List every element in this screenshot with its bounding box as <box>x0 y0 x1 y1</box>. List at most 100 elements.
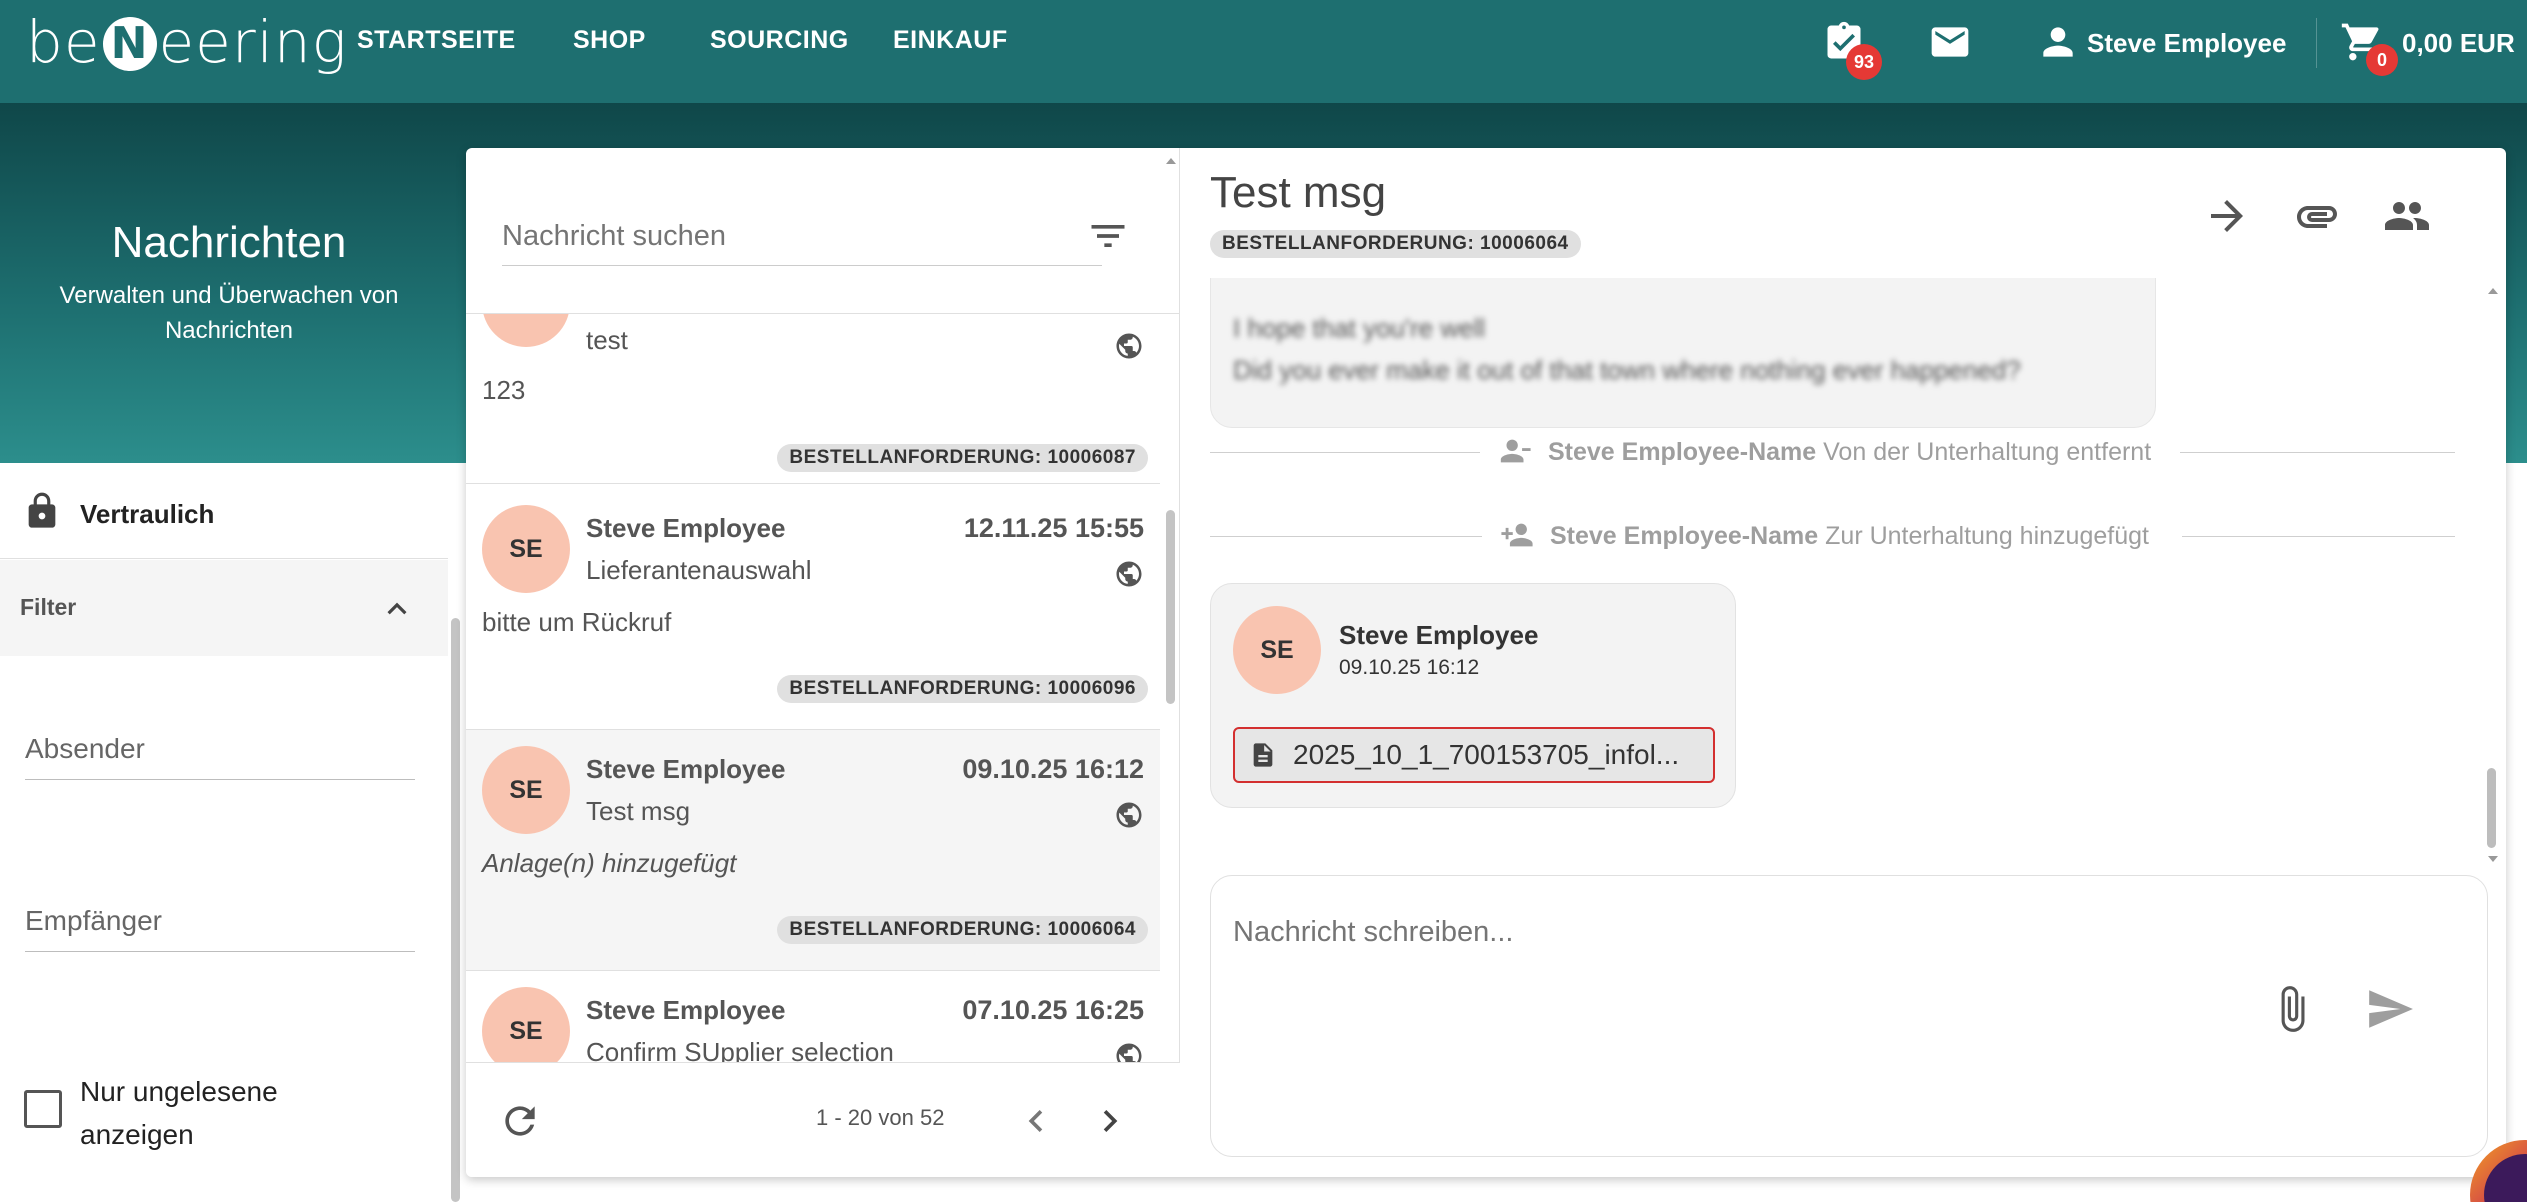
system-event-text: Steve Employee-Name Von der Unterhaltung… <box>1548 438 2151 467</box>
message-sender: Steve Employee <box>586 513 786 543</box>
message-subject: Lieferantenauswahl <box>586 555 812 585</box>
globe-icon <box>1116 561 1142 587</box>
message-sender: Steve Employee <box>586 995 786 1025</box>
conversation-panel: Test msg BESTELLANFORDERUNG: 10006064 I … <box>1181 148 2506 1177</box>
previous-page-button[interactable] <box>1014 1099 1058 1143</box>
message-reference-tag: BESTELLANFORDERUNG: 10006064 <box>777 916 1148 944</box>
list-scrollbar-thumb[interactable] <box>1166 510 1175 704</box>
filter-accordion-header[interactable]: Filter <box>0 560 448 656</box>
page-subtitle: Verwalten und Überwachen von Nachrichten <box>59 282 399 344</box>
event-participant-name: Steve Employee-Name <box>1548 438 1817 466</box>
message-time: 09.10.25 16:12 <box>1339 656 1480 679</box>
document-icon <box>1253 743 1273 767</box>
user-name[interactable]: Steve Employee <box>2087 28 2286 59</box>
nav-einkauf[interactable]: EINKAUF <box>893 26 1008 55</box>
attachment-file-chip[interactable]: 2025_10_1_700153705_infol... <box>1233 727 1715 783</box>
lock-icon <box>28 492 56 528</box>
blurred-message-line: I hope that you're well <box>1233 313 1486 343</box>
nav-divider <box>2316 18 2317 68</box>
refresh-icon <box>505 1106 535 1136</box>
messages-button[interactable] <box>1928 20 1972 64</box>
list-scroll-up-arrow[interactable] <box>1165 156 1177 166</box>
sender-avatar: SE <box>482 746 570 834</box>
sender-avatar: SE <box>482 314 570 347</box>
nav-startseite[interactable]: STARTSEITE <box>357 26 516 55</box>
message-date: 07.10.25 16:25 <box>962 995 1144 1025</box>
globe-icon <box>1116 333 1142 359</box>
forward-button[interactable] <box>2203 192 2251 240</box>
filter-list-icon <box>1091 225 1125 247</box>
refresh-button[interactable] <box>498 1099 542 1143</box>
participants-button[interactable] <box>2383 192 2431 240</box>
divider-line <box>1210 536 1482 537</box>
arrow-forward-icon <box>2211 200 2243 232</box>
message-sender: Steve Employee <box>586 754 786 784</box>
message-search-input[interactable] <box>502 208 1062 264</box>
thread-scrollbar-thumb[interactable] <box>2487 768 2496 848</box>
sidebar-scrollbar-thumb[interactable] <box>451 618 460 1202</box>
chat-widget-icon <box>2484 1154 2527 1202</box>
message-list-item[interactable]: SE Steve Employee 12.11.25 15:55 Liefera… <box>466 489 1160 730</box>
tasks-button[interactable]: 93 <box>1822 20 1882 80</box>
thread-scroll-up-arrow[interactable] <box>2487 286 2499 296</box>
message-list: SE test 123 BESTELLANFORDERUNG: 10006087… <box>466 314 1166 1062</box>
recipient-field[interactable]: Empfänger <box>25 905 415 952</box>
message-subject: Test msg <box>586 796 691 826</box>
message-preview: 123 <box>482 375 526 405</box>
user-menu-button[interactable] <box>2036 20 2080 64</box>
cart-amount[interactable]: 0,00 EUR <box>2402 28 2515 59</box>
send-button[interactable] <box>2365 984 2415 1034</box>
nav-sourcing[interactable]: SOURCING <box>710 26 849 55</box>
confidential-toggle[interactable]: Vertraulich <box>0 463 448 559</box>
conversation-reference-tag: BESTELLANFORDERUNG: 10006064 <box>1210 230 1581 258</box>
event-participant-name: Steve Employee-Name <box>1550 522 1819 550</box>
message-date: 12.11.25 15:55 <box>963 513 1144 543</box>
message-date: 09.10.25 16:12 <box>962 754 1144 784</box>
sender-avatar: SE <box>1233 606 1321 694</box>
unread-only-checkbox[interactable] <box>24 1090 62 1128</box>
message-list-item[interactable]: SE test 123 BESTELLANFORDERUNG: 10006087 <box>466 314 1160 484</box>
logo-text-post: eering <box>158 8 348 76</box>
compose-input[interactable] <box>1233 902 2433 962</box>
tasks-count-badge: 93 <box>1846 44 1882 80</box>
message-subject: test <box>586 325 628 355</box>
message-list-item-selected[interactable]: SE Steve Employee 09.10.25 16:12 Test ms… <box>466 730 1160 971</box>
attach-file-button[interactable] <box>2267 984 2317 1034</box>
message-list-item[interactable]: SE Steve Employee 07.10.25 16:25 Confirm… <box>466 971 1160 1062</box>
sender-field[interactable]: Absender <box>25 733 415 780</box>
pagination-range: 1 - 20 von 52 <box>816 1105 945 1130</box>
filter-label: Filter <box>20 594 77 620</box>
message-preview: bitte um Rückruf <box>482 607 672 637</box>
divider-line <box>1210 452 1480 453</box>
chevron-up-icon <box>387 602 407 615</box>
paperclip-icon <box>2281 986 2305 1032</box>
chevron-left-icon <box>1028 1110 1043 1132</box>
messages-card: SE test 123 BESTELLANFORDERUNG: 10006087… <box>466 148 2506 1177</box>
top-navigation: be Neering STARTSEITE SHOP SOURCING EINKA… <box>0 0 2527 103</box>
attachments-button[interactable] <box>2293 192 2341 240</box>
message-preview: Anlage(n) hinzugefügt <box>482 848 737 878</box>
list-filter-button[interactable] <box>1086 214 1130 258</box>
people-icon <box>2385 202 2429 230</box>
mail-icon <box>1931 27 1969 57</box>
unread-only-label: Nur ungelesene anzeigen <box>80 1076 278 1150</box>
divider-line <box>2182 536 2455 537</box>
logo-n-mark: N <box>102 17 157 71</box>
nav-shop[interactable]: SHOP <box>573 26 646 55</box>
person-icon <box>2043 27 2073 57</box>
cart-count-badge: 0 <box>2366 44 2398 76</box>
message-search-field[interactable] <box>502 208 1102 266</box>
system-event-added: Steve Employee-Name Zur Unterhaltung hin… <box>1210 516 2460 556</box>
thread-scroll-down-arrow[interactable] <box>2487 854 2499 864</box>
sender-avatar: SE <box>482 505 570 593</box>
message-bubble-blurred: I hope that you're well Did you ever mak… <box>1210 278 2156 428</box>
message-bubble-attachment: SE Steve Employee 09.10.25 16:12 2025_10… <box>1210 583 1736 808</box>
cart-button[interactable]: 0 <box>2340 20 2398 76</box>
conversation-title: Test msg <box>1210 168 1387 217</box>
system-event-text: Steve Employee-Name Zur Unterhaltung hin… <box>1550 522 2149 551</box>
send-icon <box>2369 990 2413 1028</box>
next-page-button[interactable] <box>1088 1099 1132 1143</box>
brand-logo[interactable]: be Neering <box>26 10 347 74</box>
filter-sidebar: Vertraulich Filter Absender Empfänger Nu… <box>0 463 448 1202</box>
confidential-label: Vertraulich <box>80 499 215 529</box>
